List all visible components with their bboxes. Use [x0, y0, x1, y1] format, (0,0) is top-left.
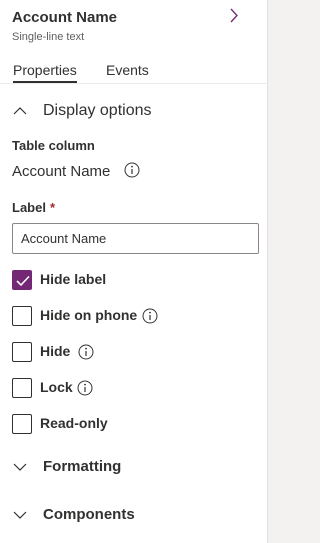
label-input[interactable]: [12, 223, 259, 254]
hide-on-phone-checkbox[interactable]: Hide on phone: [12, 306, 162, 326]
read-only-text: Read-only: [40, 415, 108, 431]
table-column-caption: Table column: [12, 138, 95, 153]
collapse-panel-button[interactable]: [224, 6, 244, 26]
hide-label-checkbox[interactable]: Hide label: [12, 270, 112, 290]
chevron-up-icon: [13, 107, 27, 115]
tab-events-label: Events: [106, 62, 149, 78]
checkbox-checked: [12, 270, 32, 290]
hide-text: Hide: [40, 343, 71, 359]
checkbox-unchecked: [12, 306, 32, 326]
tab-properties-label: Properties: [13, 62, 77, 78]
label-field-caption: Label *: [12, 200, 55, 215]
section-formatting-label: Formatting: [43, 458, 122, 475]
chevron-down-icon: [13, 463, 27, 471]
section-components-label: Components: [43, 506, 135, 523]
table-column-name: Account Name: [12, 163, 111, 180]
section-components-header[interactable]: Components: [0, 501, 268, 531]
section-display-options-label: Display options: [43, 102, 152, 119]
hide-label-text: Hide label: [40, 271, 107, 287]
section-formatting-header[interactable]: Formatting: [0, 453, 268, 483]
table-column-value: Account Name: [12, 162, 140, 180]
lock-checkbox[interactable]: Lock: [12, 378, 97, 398]
field-type-subtitle: Single-line text: [12, 31, 85, 43]
tabs-divider: [0, 83, 268, 84]
info-icon[interactable]: [77, 380, 93, 396]
section-display-options-header[interactable]: Display options: [0, 97, 268, 127]
checkbox-unchecked: [12, 342, 32, 362]
checkmark-icon: [16, 275, 30, 287]
read-only-checkbox[interactable]: Read-only: [12, 414, 112, 434]
hide-checkbox[interactable]: Hide: [12, 342, 97, 362]
info-icon[interactable]: [142, 308, 158, 324]
label-caption-text: Label: [12, 200, 46, 215]
lock-text: Lock: [40, 379, 73, 395]
required-marker: *: [49, 200, 56, 215]
field-title: Account Name: [12, 9, 118, 26]
field-properties-panel: Account Name Single-line text Properties…: [0, 0, 268, 543]
checkbox-unchecked: [12, 414, 32, 434]
chevron-right-icon: [230, 8, 238, 23]
tab-events[interactable]: Events: [106, 62, 149, 78]
info-icon[interactable]: [78, 344, 94, 360]
info-icon[interactable]: [124, 162, 140, 178]
checkbox-unchecked: [12, 378, 32, 398]
hide-on-phone-text: Hide on phone: [40, 307, 138, 323]
chevron-down-icon: [13, 511, 27, 519]
tab-properties[interactable]: Properties: [13, 62, 77, 83]
